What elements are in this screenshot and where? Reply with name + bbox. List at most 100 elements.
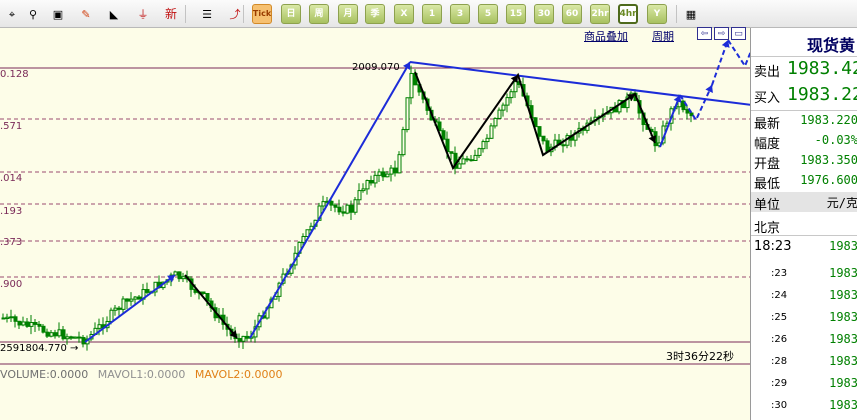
candle-body [73,336,78,339]
layout-toggle-icon[interactable]: ▭ [731,27,746,40]
low-level-label: 259 [0,343,20,354]
chart-area[interactable] [0,28,750,420]
toolbar-button-h2[interactable]: 2hr [590,4,610,24]
candle-body [505,97,510,106]
overlay-link[interactable]: 商品叠加 [584,28,628,44]
unit-row: 单位 元/克 [751,192,857,213]
unit-label: 单位 [754,198,781,213]
latest-row: 最新 1983.220 [751,110,857,132]
toolbar-button-week[interactable]: 周 [309,4,329,24]
candle-body [1,317,6,320]
sell-row: 卖出 1983.42 [751,58,857,80]
toolbar-button-m15[interactable]: 15 [506,4,526,24]
tick-price: 1983 [829,376,857,390]
candlestick-chart[interactable] [0,28,750,420]
tick-price: 1983 [829,354,857,368]
location-row: 北京 [751,214,857,236]
pen-icon[interactable]: ✎ [76,4,96,24]
toolbar-button-h4[interactable]: 4hr [618,4,638,24]
candle-body [513,81,518,93]
low-price-value: 1804.770 [19,343,67,354]
instrument-title: 现货黄 [807,36,856,55]
candle-body [21,321,26,326]
candle-body [361,188,366,192]
latest-value: 1983.220 [800,113,857,127]
candle-body [545,140,550,153]
low-row: 最低 1976.600 [751,170,857,192]
high-annotation: 2009.070 [352,62,400,73]
candle-body [461,158,466,165]
low-label: 最低 [754,177,781,192]
candle-body [501,104,506,111]
toolbar-button-m5[interactable]: 5 [478,4,498,24]
candle-body [489,125,494,139]
toolbar-separator [185,5,186,23]
candle-body [449,151,454,154]
candle-body [457,163,462,169]
candle-body [321,201,326,207]
candle-body [65,336,70,340]
tick-row: :24 1983 [751,284,857,306]
candle-body [29,322,34,327]
candle-body [689,112,694,117]
tick-price: 1983 [829,332,857,346]
candle-body [381,171,386,178]
nav-right-icon[interactable]: ⇨ [714,27,729,40]
mouse-icon[interactable]: ⌖ [2,4,22,24]
candle-body [481,141,486,150]
time-label: 18:23 [754,239,792,254]
price-level-label: 0.128 [0,69,29,80]
toolbar-button-season[interactable]: 季 [365,4,385,24]
tick-time: :24 [771,290,788,301]
buy-label: 买入 [754,91,781,106]
candle-body [301,236,306,243]
candle-body [237,338,242,342]
toolbar-button-month[interactable]: 月 [338,4,358,24]
buy-row: 买入 1983.22 [751,84,857,106]
candle-body [497,109,502,119]
candle-body [333,204,338,208]
zoom-icon[interactable]: ⚲ [23,4,43,24]
candle-body [25,321,30,327]
candle-body [341,211,346,214]
toolbar-button-day[interactable]: 日 [281,4,301,24]
toolbar-button-tick[interactable]: Tick [252,4,272,24]
toolbar-separator [243,5,244,23]
candle-body [5,316,10,320]
candle-body [409,72,414,99]
candle-body [441,130,446,140]
candle-body [473,154,478,161]
window-icon[interactable]: ▣ [48,4,68,24]
toolbar-button-m1[interactable]: 1 [422,4,442,24]
shape-icon[interactable]: ◣ [104,4,124,24]
tick-price: 1983 [829,310,857,324]
tick-time: :25 [771,312,788,323]
candle-body [537,126,542,137]
trend-icon[interactable]: ⤴ [225,4,245,24]
countdown-timer: 3时36分22秒 [666,350,734,363]
toolbar-button-year[interactable]: X [394,4,414,24]
mavol2-value: MAVOL2:0.0000 [194,368,283,381]
price-level-label: .571 [0,121,23,132]
candle-body [465,158,470,161]
candle-body [9,316,14,319]
arrow-right-icon: → [66,343,79,354]
toolbar-button-m3[interactable]: 3 [450,4,470,24]
list-icon[interactable]: ☰ [197,4,217,24]
grid-icon[interactable]: ▦ [681,4,701,24]
tick-time: :29 [771,378,788,389]
toolbar-button-m60[interactable]: 60 [562,4,582,24]
filter-icon[interactable]: ⏚ [133,4,153,24]
toolbar-button-yr[interactable]: Y [647,4,667,24]
candle-body [69,336,74,339]
candle-body [201,291,206,294]
open-value: 1983.350 [800,153,857,167]
nav-left-icon[interactable]: ⇦ [697,27,712,40]
time-row: 18:23 1983 [751,236,857,258]
toolbar-button-new[interactable]: 新 [161,4,181,24]
candle-body [133,296,138,300]
toolbar-button-m30[interactable]: 30 [534,4,554,24]
period-link[interactable]: 周期 [652,28,674,44]
candle-body [509,91,514,99]
candle-body [397,154,402,174]
